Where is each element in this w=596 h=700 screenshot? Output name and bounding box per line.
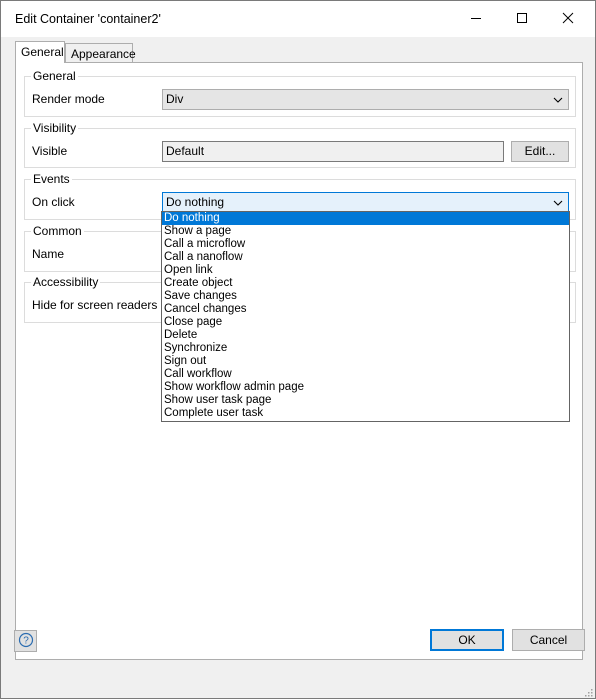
minimize-button[interactable] <box>453 1 499 37</box>
resize-grip-icon[interactable] <box>583 686 593 697</box>
dropdown-option[interactable]: Open link <box>162 264 569 277</box>
help-button[interactable]: ? <box>14 630 37 652</box>
visible-edit-button[interactable]: Edit... <box>511 141 569 162</box>
dropdown-option[interactable]: Call a nanoflow <box>162 251 569 264</box>
dropdown-option[interactable]: Cancel changes <box>162 303 569 316</box>
dropdown-option[interactable]: Do nothing <box>162 212 569 225</box>
help-icon: ? <box>18 632 34 651</box>
dropdown-option[interactable]: Close page <box>162 316 569 329</box>
dropdown-option[interactable]: Delete <box>162 329 569 342</box>
render-mode-value: Div <box>166 92 184 106</box>
dropdown-option[interactable]: Call workflow <box>162 368 569 381</box>
maximize-icon <box>516 12 528 27</box>
chevron-down-icon <box>551 193 565 212</box>
dropdown-option[interactable]: Synchronize <box>162 342 569 355</box>
group-events-title: Events <box>31 172 72 186</box>
ok-button[interactable]: OK <box>430 629 504 651</box>
on-click-dropdown-list: Do nothing Show a page Call a microflow … <box>161 211 570 422</box>
group-common-title: Common <box>31 224 84 238</box>
hide-for-screen-readers-label: Hide for screen readers <box>32 298 158 312</box>
group-visibility: Visibility Visible Default Edit... <box>24 121 576 168</box>
title-bar: Edit Container 'container2' <box>1 1 595 37</box>
group-visibility-title: Visibility <box>31 121 79 135</box>
minimize-icon <box>470 12 482 27</box>
on-click-select[interactable]: Do nothing <box>162 192 569 213</box>
svg-text:?: ? <box>23 635 29 646</box>
on-click-label: On click <box>32 195 75 209</box>
window-title: Edit Container 'container2' <box>15 12 161 26</box>
on-click-value: Do nothing <box>166 195 225 209</box>
name-label: Name <box>32 247 65 261</box>
tab-general[interactable]: General <box>15 41 65 63</box>
dropdown-option[interactable]: Save changes <box>162 290 569 303</box>
close-button[interactable] <box>545 1 591 37</box>
dropdown-option[interactable]: Show workflow admin page <box>162 381 569 394</box>
render-mode-select[interactable]: Div <box>162 89 569 110</box>
group-accessibility-title: Accessibility <box>31 275 101 289</box>
dropdown-option[interactable]: Complete user task <box>162 407 569 420</box>
visible-field[interactable]: Default <box>162 141 504 162</box>
dropdown-option[interactable]: Show user task page <box>162 394 569 407</box>
render-mode-label: Render mode <box>32 92 105 106</box>
close-icon <box>562 12 574 27</box>
dialog-window: Edit Container 'container2' General Appe… <box>0 0 596 699</box>
group-general: General Render mode Div <box>24 69 576 117</box>
dropdown-option[interactable]: Create object <box>162 277 569 290</box>
dropdown-option[interactable]: Sign out <box>162 355 569 368</box>
group-general-title: General <box>31 69 78 83</box>
dropdown-option[interactable]: Call a microflow <box>162 238 569 251</box>
maximize-button[interactable] <box>499 1 545 37</box>
chevron-down-icon <box>551 90 565 109</box>
cancel-button[interactable]: Cancel <box>512 629 585 651</box>
visible-label: Visible <box>32 144 68 158</box>
tab-appearance[interactable]: Appearance <box>65 43 136 63</box>
dropdown-option[interactable]: Show a page <box>162 225 569 238</box>
